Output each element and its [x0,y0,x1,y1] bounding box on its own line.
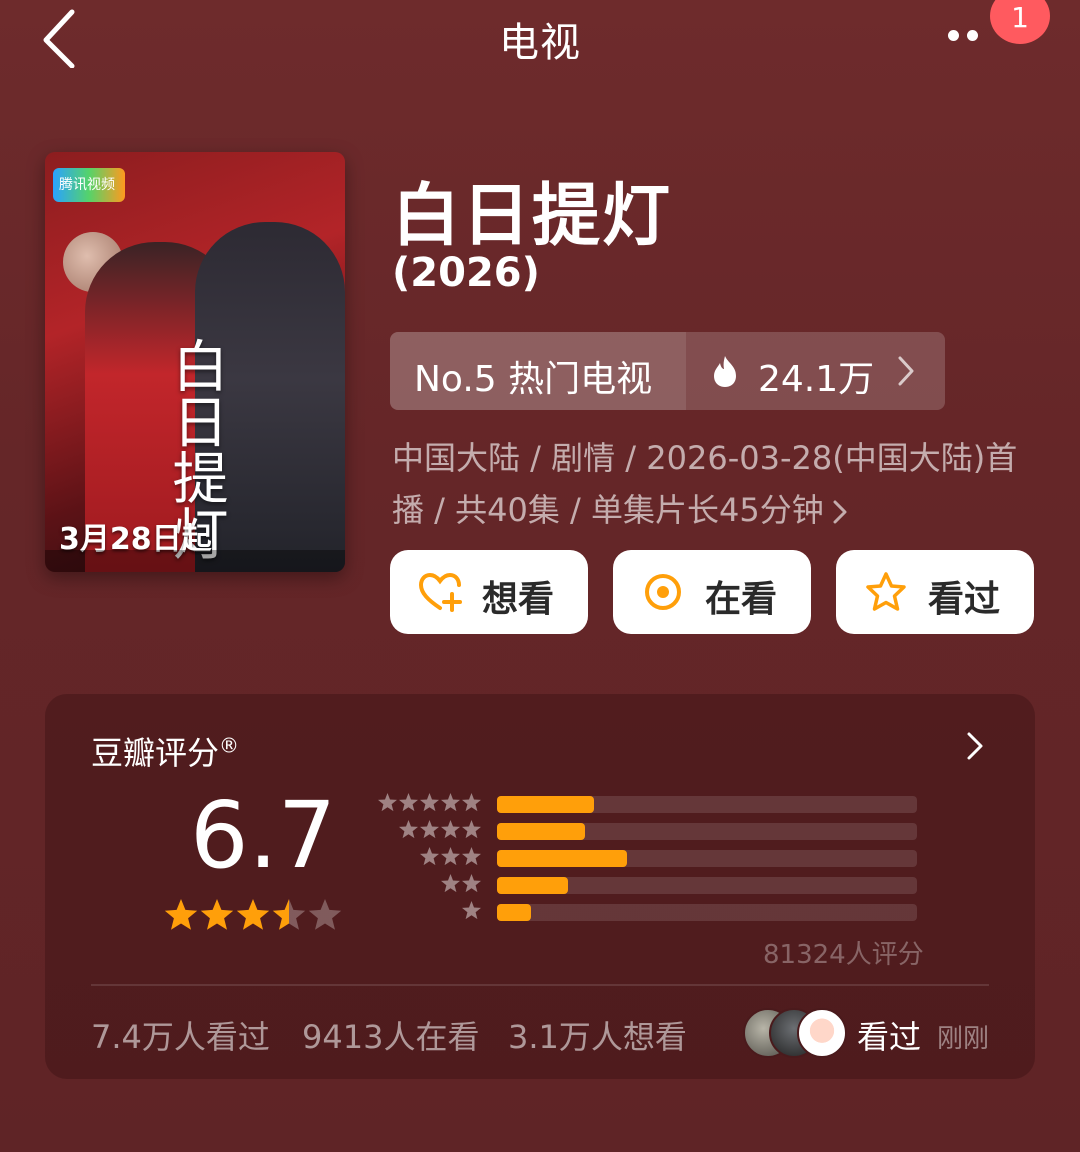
distribution-bar-fill [497,877,568,894]
distribution-row-3-star [375,847,975,868]
distribution-stars-icon [462,901,481,920]
show-year: (2026) [392,250,540,296]
rating-score: 6.7 [190,782,337,889]
distribution-stars-icon [399,820,481,839]
card-divider [91,984,989,986]
want-label: 想看 [482,579,555,620]
distribution-bar-fill [497,823,585,840]
fire-icon [714,356,736,387]
watching-count: 9413人在看 [302,1018,480,1056]
distribution-row-5-star [375,793,975,814]
heart-plus-icon [418,572,462,612]
distribution-row-2-star [375,874,975,895]
distribution-bar-track [497,823,917,840]
distribution-bar-fill [497,796,594,813]
friend-status: 看过 [857,1018,922,1056]
friend-time: 刚刚 [937,1024,990,1054]
distribution-bar-track [497,904,917,921]
distribution-bar-fill [497,850,627,867]
show-title: 白日提灯 [392,177,673,256]
want-to-watch-button[interactable]: 想看 [390,550,588,634]
tencent-video-logo: 腾讯视频 [53,168,125,202]
watched-count: 7.4万人看过 [91,1018,270,1056]
show-meta-info[interactable]: 中国大陆 / 剧情 / 2026-03-28(中国大陆)首播 / 共40集 / … [392,432,1032,536]
distribution-bar-track [497,850,917,867]
rank-label: No.5 热门电视 [414,359,653,400]
rating-star-icon [200,899,234,930]
more-options-icon[interactable] [948,26,998,46]
meta-text: 中国大陆 / 剧情 / 2026-03-28(中国大陆)首播 / 共40集 / … [392,439,1018,529]
poster-credits-strip [45,550,345,572]
rating-card[interactable]: 豆瓣评分® 6.7 81324人评分 7.4万人看过 9413人在看 3.1万人… [45,694,1035,1079]
distribution-stars-icon [420,847,481,866]
friend-avatars[interactable] [743,1008,847,1058]
avatar [797,1008,847,1058]
rating-star-icon [236,899,270,930]
distribution-bar-fill [497,904,531,921]
chevron-right-icon[interactable] [965,730,985,762]
watched-label: 看过 [928,579,1001,620]
rating-star-icon [164,899,198,930]
rating-title: 豆瓣评分® [91,733,240,772]
poster-image[interactable]: 腾讯视频 白日提灯 3月28日起 [45,152,345,572]
star-outline-icon [866,572,906,611]
want-count: 3.1万人想看 [508,1018,687,1056]
distribution-bar-track [497,877,917,894]
heat-value: 24.1万 [758,359,875,400]
watched-button[interactable]: 看过 [836,550,1034,634]
rating-star-icon [308,899,342,930]
distribution-bar-track [497,796,917,813]
distribution-stars-icon [441,874,481,893]
distribution-row-4-star [375,820,975,841]
score-stars [164,899,342,930]
distribution-stars-icon [378,793,481,812]
chevron-right-icon [833,500,847,524]
page-title: 电视 [499,20,581,66]
rater-count: 81324人评分 [763,940,924,970]
watching-label: 在看 [705,579,778,620]
target-circle-icon [645,574,681,610]
chevron-right-icon [898,356,914,386]
rating-star-icon [272,899,306,930]
watching-button[interactable]: 在看 [613,550,811,634]
distribution-row-1-star [375,901,975,922]
registered-mark: ® [219,733,240,758]
rank-heat-banner[interactable]: No.5 热门电视 24.1万 [390,332,945,410]
